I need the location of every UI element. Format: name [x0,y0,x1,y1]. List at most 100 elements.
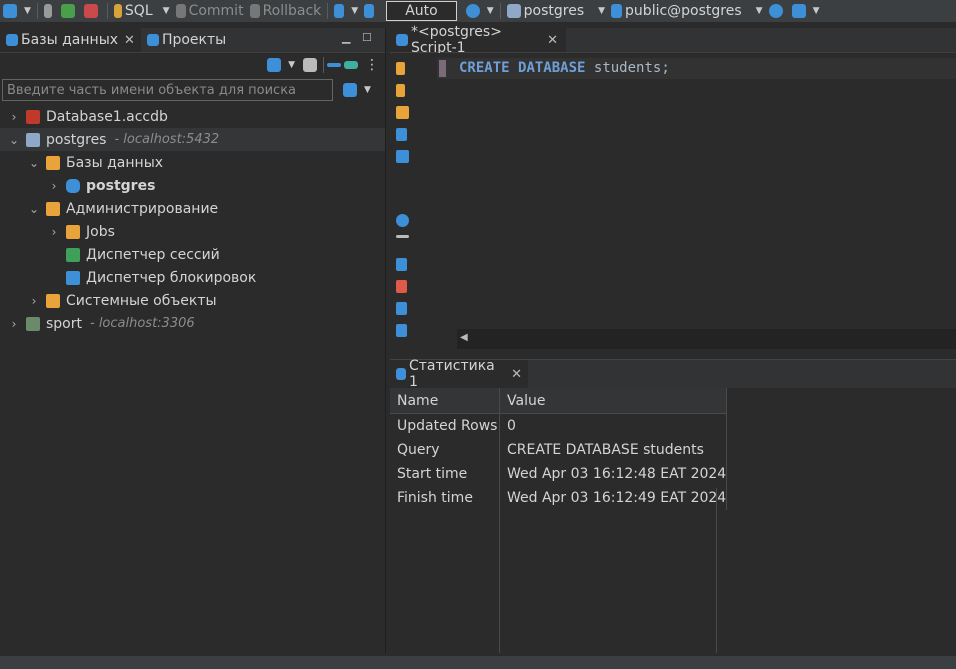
cell-name[interactable]: Updated Rows [390,413,500,438]
settings-gear-icon[interactable] [396,214,409,227]
explain-plan-icon[interactable] [396,128,407,141]
tab-script-1[interactable]: *<postgres> Script-1 ✕ [390,24,566,56]
new-connection-icon[interactable] [267,58,282,72]
close-icon[interactable]: ✕ [124,33,135,48]
lock-icon [66,270,80,285]
cell-name[interactable]: Start time [390,462,500,486]
tab-databases[interactable]: Базы данных ✕ [0,28,141,52]
import-icon[interactable] [396,280,407,293]
new-connection-button[interactable]: ▼ [0,0,34,22]
chevron-down-icon[interactable]: ▼ [288,60,295,70]
export-icon[interactable] [396,258,407,271]
current-line: CREATE DATABASE students; [437,58,956,79]
mysql-dolphin-icon [26,316,40,331]
tree-item-postgres[interactable]: ⌄ postgres - localhost:5432 [0,128,385,151]
maximize-icon[interactable]: ☐ [362,31,372,44]
tree-item-label: Database1.accdb [46,108,168,125]
sql-label: SQL [124,3,153,19]
tree-item-session-manager[interactable]: Диспетчер сессий [0,243,385,266]
chevron-right-icon[interactable]: › [8,110,20,124]
tree-item-sport[interactable]: › sport - localhost:3306 [0,312,385,335]
tree-item-label: Системные объекты [66,292,217,309]
rollback-button[interactable]: Rollback [247,0,325,22]
tab-label: *<postgres> Script-1 [411,24,502,56]
dashboard-button[interactable] [766,0,789,22]
history-button[interactable]: ▼ [463,0,497,22]
cell-value[interactable]: Wed Apr 03 16:12:49 EAT 2024 [499,486,728,510]
transaction-icon [334,4,345,18]
tree-item-system-objects[interactable]: › Системные объекты [0,289,385,312]
link-editor-icon[interactable] [344,61,358,69]
editor-tabs: *<postgres> Script-1 ✕ [390,24,956,56]
sql-editor[interactable]: CREATE DATABASE students; [437,53,956,348]
tree-item-lock-manager[interactable]: Диспетчер блокировок [0,266,385,289]
table-row[interactable]: Finish time Wed Apr 03 16:12:49 EAT 2024 [390,486,728,510]
tree-item-database1[interactable]: › Database1.accdb [0,105,385,128]
tree-item-admin-folder[interactable]: ⌄ Администрирование [0,197,385,220]
chevron-right-icon[interactable]: › [48,179,60,193]
database-navigator: Базы данных ✕ Проекты ▁ ☐ ▼ ⋮ ▼ › Databa… [0,28,386,653]
sql-editor-button[interactable]: SQL ▼ [111,0,173,22]
execute-script-icon[interactable] [396,106,409,119]
tab-label: Статистика 1 [409,358,495,390]
lock-button[interactable] [361,0,380,22]
collapse-all-icon[interactable] [327,63,341,67]
execute-statement-icon[interactable] [396,62,405,75]
scroll-left-icon[interactable]: ◀ [460,332,468,343]
chevron-down-icon[interactable]: ⌄ [28,156,40,170]
chevron-down-icon[interactable]: ▼ [364,85,371,95]
chevron-down-icon: ▼ [598,6,606,16]
variables-icon[interactable] [396,302,407,315]
disconnect-button[interactable] [81,0,104,22]
close-icon[interactable]: ✕ [511,367,522,382]
chevron-right-icon[interactable]: › [28,294,40,308]
schema-selector[interactable]: public@postgres ▼ [608,0,766,22]
outline-icon[interactable] [396,324,407,337]
tree-item-postgres-db[interactable]: › postgres [0,174,385,197]
tab-projects[interactable]: Проекты [141,28,232,52]
chevron-right-icon[interactable]: › [48,225,60,239]
more-dots-icon[interactable] [396,235,409,238]
chevron-right-icon[interactable]: › [8,317,20,331]
view-menu-icon[interactable]: ⋮ [365,57,379,73]
tree-item-jobs[interactable]: › Jobs [0,220,385,243]
new-folder-icon[interactable] [303,58,317,72]
auto-commit-toggle[interactable]: Auto [386,1,457,21]
connect-button[interactable] [41,0,58,22]
column-header-name[interactable]: Name [390,388,500,414]
search-input[interactable] [2,79,333,101]
table-row[interactable]: Start time Wed Apr 03 16:12:48 EAT 2024 [390,462,728,486]
reconnect-button[interactable] [58,0,81,22]
er-diagram-button[interactable]: ▼ [789,0,823,22]
datasource-selector[interactable]: postgres ▼ [504,0,608,22]
editor-side-toolbar [390,53,418,353]
sql-code-line[interactable]: CREATE DATABASE students; [459,59,670,78]
database-navigator-icon [6,34,18,46]
transaction-mode-menu[interactable]: ▼ [331,0,361,22]
filter-icon[interactable] [343,83,357,97]
rollback-icon [249,4,260,18]
diagram-icon [791,4,806,18]
close-icon[interactable]: ✕ [547,33,558,48]
cell-name[interactable]: Query [390,438,500,462]
commit-button[interactable]: Commit [173,0,247,22]
tree-item-databases-folder[interactable]: ⌄ Базы данных [0,151,385,174]
terminal-icon[interactable] [396,150,409,163]
horizontal-scrollbar[interactable]: ◀ [457,329,956,349]
minimize-icon[interactable]: ▁ [342,31,350,44]
cell-value[interactable]: Wed Apr 03 16:12:48 EAT 2024 [499,462,728,486]
table-row[interactable]: Updated Rows 0 [390,413,728,438]
chevron-down-icon: ▼ [162,6,170,16]
postgres-elephant-icon [506,4,521,18]
chevron-down-icon[interactable]: ⌄ [8,133,20,147]
tab-statistics-1[interactable]: Статистика 1 ✕ [390,358,528,390]
table-row[interactable]: Query CREATE DATABASE students [390,438,728,462]
cell-value[interactable]: CREATE DATABASE students [499,438,728,462]
refresh-connection-icon [60,4,75,18]
cell-value[interactable]: 0 [499,413,728,438]
execute-new-tab-icon[interactable] [396,84,405,97]
chevron-down-icon[interactable]: ⌄ [28,202,40,216]
column-header-value[interactable]: Value [499,388,728,414]
cell-name[interactable]: Finish time [390,486,500,510]
projects-icon [146,34,159,46]
